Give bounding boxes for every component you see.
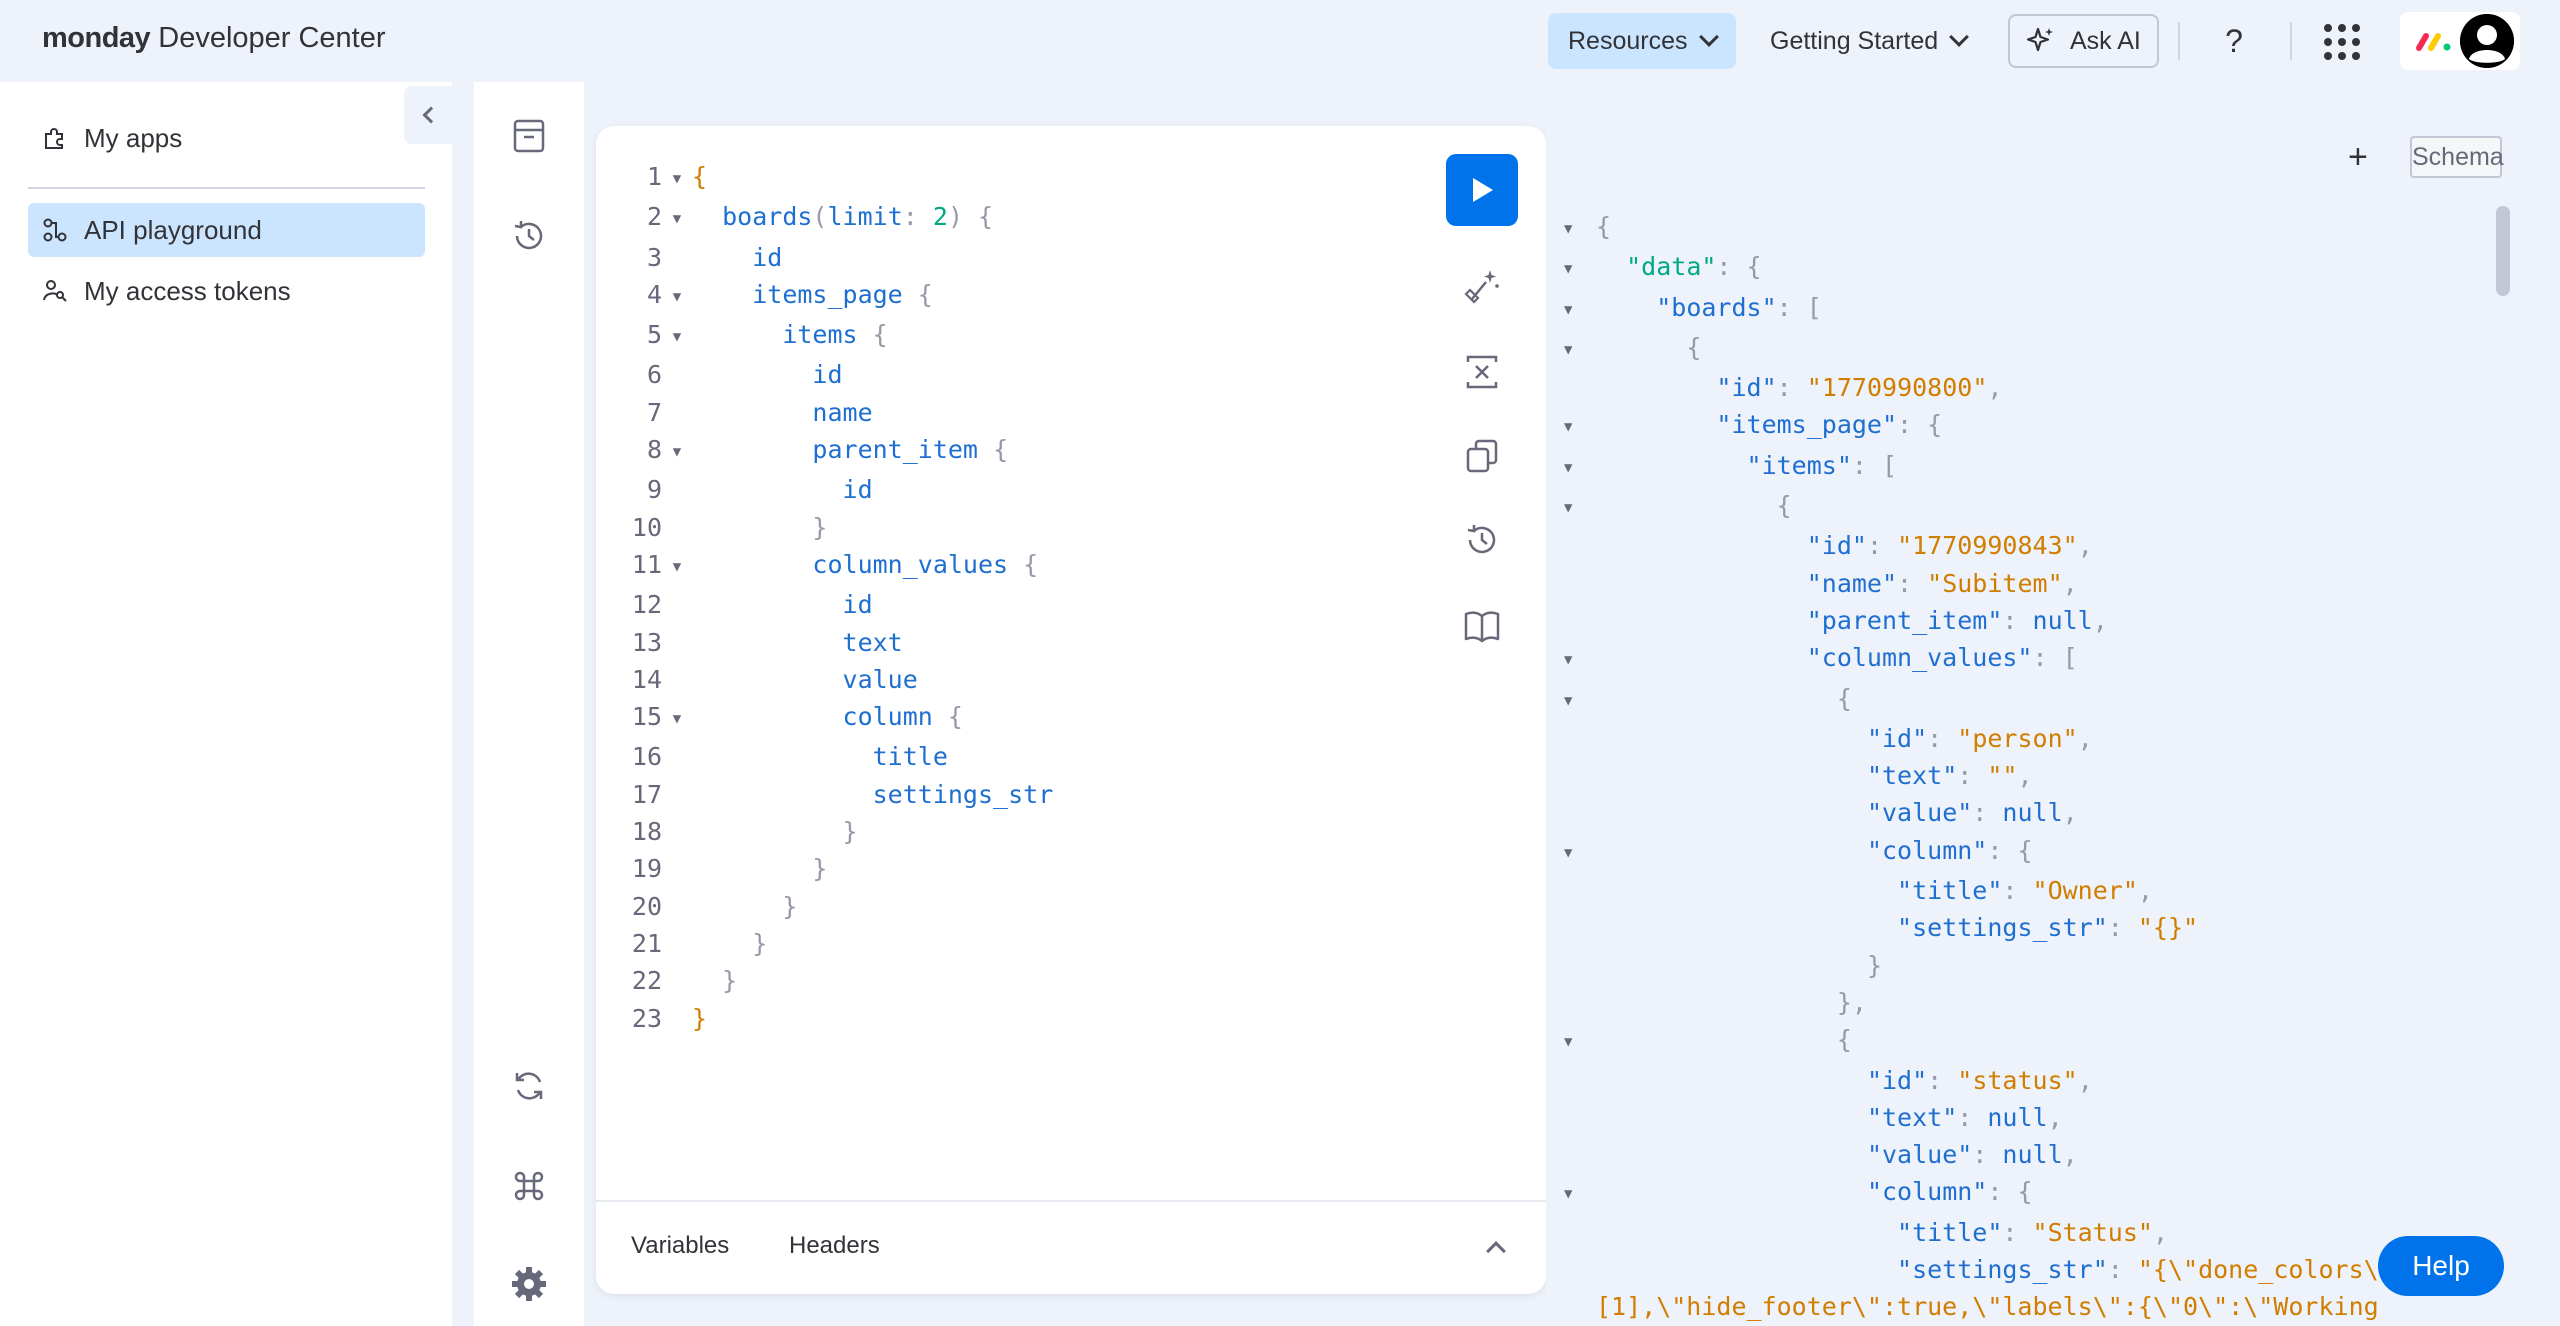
history-icon[interactable] xyxy=(509,216,549,256)
sparkle-icon xyxy=(2026,27,2053,52)
chevron-down-icon xyxy=(1698,27,1719,47)
top-header: monday Developer Center Resources Gettin… xyxy=(0,0,2560,82)
puzzle-icon xyxy=(45,128,63,149)
help-button[interactable]: Help xyxy=(2378,1236,2504,1296)
resources-dropdown[interactable]: Resources xyxy=(1548,13,1736,69)
copy-icon[interactable] xyxy=(1462,436,1502,476)
ask-ai-label: Ask AI xyxy=(2070,26,2141,55)
chevron-left-icon xyxy=(422,106,440,124)
header-divider xyxy=(2290,22,2292,60)
history-icon[interactable] xyxy=(1462,520,1502,560)
schema-button[interactable]: Schema xyxy=(2410,136,2504,178)
merge-fragments-icon[interactable] xyxy=(1462,352,1502,392)
header-divider xyxy=(2178,22,2180,60)
keyboard-shortcuts-icon[interactable] xyxy=(509,1166,549,1206)
sidebar-item-label: My access tokens xyxy=(84,275,291,306)
resources-label: Resources xyxy=(1568,26,1688,55)
docs-book-icon[interactable] xyxy=(1462,606,1502,646)
ask-ai-button[interactable]: Ask AI xyxy=(2008,14,2159,68)
sidebar-divider xyxy=(28,187,425,189)
play-icon xyxy=(1473,178,1493,202)
query-code[interactable]: 1 ▼{ 2 ▼ boards(limit: 2) { 3 id 4 ▼ items_… xyxy=(620,158,1053,1037)
saved-queries-icon[interactable] xyxy=(509,116,549,156)
apps-grid-icon[interactable] xyxy=(2324,24,2360,60)
key-user-icon xyxy=(43,280,67,302)
monday-logo-icon xyxy=(2416,33,2451,51)
account-menu[interactable] xyxy=(2400,12,2520,70)
tab-headers[interactable]: Headers xyxy=(789,1232,880,1260)
chevron-up-icon[interactable] xyxy=(1486,1241,1506,1261)
add-tab-button[interactable]: + xyxy=(2348,138,2368,177)
settings-gear-icon[interactable] xyxy=(509,1264,549,1304)
tab-variables[interactable]: Variables xyxy=(631,1232,729,1260)
results-json: ▼{ ▼ "data": { ▼ "boards": [ ▼ { "id": "… xyxy=(1564,212,2409,1322)
sidebar-item-my-apps[interactable]: My apps xyxy=(28,111,425,165)
chevron-down-icon xyxy=(1949,27,1970,47)
tool-rail xyxy=(474,82,584,1326)
run-query-button[interactable] xyxy=(1446,154,1518,226)
prettify-icon[interactable] xyxy=(1462,266,1502,306)
sidebar-item-label: API playground xyxy=(84,214,262,245)
editor-bottom-tabs: Variables Headers xyxy=(596,1200,1546,1294)
getting-started-dropdown[interactable]: Getting Started xyxy=(1750,13,1986,69)
sidebar-item-api-playground[interactable]: API playground xyxy=(28,203,425,257)
help-icon[interactable]: ? xyxy=(2214,16,2254,66)
getting-started-label: Getting Started xyxy=(1770,26,1939,55)
avatar[interactable] xyxy=(2460,14,2514,68)
refresh-icon[interactable] xyxy=(509,1066,549,1106)
brand-logo[interactable]: monday Developer Center xyxy=(42,22,386,55)
api-icon xyxy=(43,218,67,242)
sidebar-item-my-access-tokens[interactable]: My access tokens xyxy=(28,264,425,318)
sidebar-item-label: My apps xyxy=(84,122,183,153)
results-scrollbar[interactable] xyxy=(2496,206,2510,296)
